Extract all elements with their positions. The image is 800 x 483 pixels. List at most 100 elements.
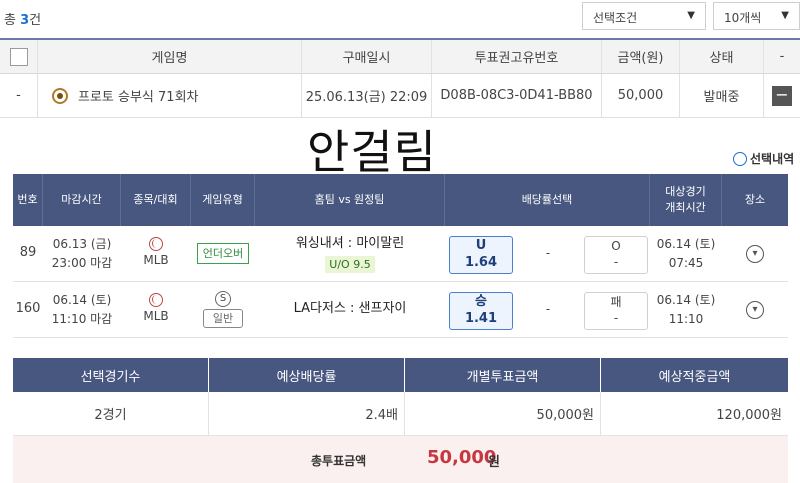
game-no: 89 — [19, 245, 37, 261]
row-index: - — [0, 74, 38, 117]
ticket-table: 게임명 구매일시 투표권고유번호 금액(원) 상태 - - 프로토 승부식 71… — [0, 38, 800, 118]
summary-header: 선택경기수 예상배당률 개별투표금액 예상적중금액 — [13, 358, 788, 392]
odds-selected-value: 1.41 — [464, 311, 498, 326]
purchase-datetime: 25.06.13(금) 22:09 — [302, 74, 432, 117]
col-deadline: 마감시간 — [43, 174, 121, 226]
col-venue: 장소 — [744, 192, 766, 206]
league: MLB — [121, 226, 191, 281]
selected-games-value: 2경기 — [13, 392, 209, 435]
page-size-select-value: 10개씩 — [724, 11, 762, 25]
overlay-text: 안걸림 — [307, 125, 437, 179]
location-pin-icon[interactable]: ▾ — [746, 244, 764, 263]
single-game-icon: S — [215, 290, 231, 307]
total-count: 총 3건 — [4, 9, 41, 28]
baseball-icon — [149, 237, 163, 252]
col-purchase-datetime: 구매일시 — [302, 40, 432, 73]
page-size-select[interactable]: 10개씩 ▼ — [713, 2, 800, 30]
deadline-time: 23:00 마감 — [51, 255, 113, 270]
col-status: 상태 — [680, 40, 764, 73]
select-history-label: 선택내역 — [750, 152, 795, 166]
col-selected-games: 선택경기수 — [13, 358, 209, 392]
summary-table: 선택경기수 예상배당률 개별투표금액 예상적중금액 2경기 2.4배 50,00… — [13, 358, 788, 483]
odds-selected-value: 1.64 — [464, 255, 498, 270]
col-game-type: 게임유형 — [191, 174, 255, 226]
uo-line-badge: U/O 9.5 — [325, 256, 375, 274]
odds-other-value: - — [613, 311, 619, 325]
filter-select[interactable]: 선택조건 ▼ — [582, 2, 706, 30]
odds-other-button[interactable]: 패 - — [584, 292, 648, 330]
col-game-name: 게임명 — [38, 40, 302, 73]
baseball-icon — [149, 293, 163, 308]
total-prefix: 총 — [4, 13, 21, 28]
venue: ▾ — [722, 282, 788, 337]
status-badge: 발매중 — [680, 74, 764, 117]
game-time: 06.14 (토) 11:10 — [650, 282, 722, 337]
league-name: MLB — [143, 309, 169, 324]
odds-other-label: O — [611, 239, 621, 254]
select-history-toggle[interactable]: 선택내역 — [733, 150, 794, 167]
col-action: - — [779, 49, 785, 64]
col-matchup: 홈팀 vs 원정팀 — [255, 174, 445, 226]
top-bar: 총 3건 선택조건 ▼ 10개씩 ▼ — [0, 0, 800, 36]
game-type: S 일반 — [191, 282, 255, 337]
odds-selected-button[interactable]: U 1.64 — [449, 236, 513, 274]
odds-other-label: 패 — [610, 295, 622, 310]
game-date: 06.14 (토) — [656, 292, 716, 307]
total-count-number: 3 — [20, 13, 30, 28]
game-row: 89 06.13 (금) 23:00 마감 MLB 언더오버 워싱내셔 : 마이… — [13, 226, 788, 282]
col-individual-amount: 개별투표금액 — [405, 358, 601, 392]
odds-mid: - — [545, 246, 551, 261]
col-ticket-id: 투표권고유번호 — [432, 40, 602, 73]
select-all-checkbox[interactable] — [9, 47, 28, 66]
ticket-id: D08B-08C3-0D41-BB80 — [432, 74, 602, 117]
collapse-button[interactable]: − — [772, 85, 792, 106]
ticket-row[interactable]: - 프로토 승부식 71회차 25.06.13(금) 22:09 D08B-08… — [0, 74, 800, 118]
deadline: 06.14 (토) 11:10 마감 — [43, 282, 121, 337]
game-date: 06.14 (토) — [656, 236, 716, 251]
deadline-time: 11:10 마감 — [51, 311, 113, 326]
odds-other-button[interactable]: O - — [584, 236, 648, 274]
summary-row: 2경기 2.4배 50,000원 120,000원 — [13, 392, 788, 436]
venue: ▾ — [722, 226, 788, 281]
proto-target-icon — [52, 87, 68, 104]
game-row: 160 06.14 (토) 11:10 마감 MLB S 일반 LA다저스 : … — [13, 282, 788, 338]
league-name: MLB — [143, 253, 169, 268]
col-odds-select: 배당률선택 — [445, 174, 650, 226]
action-cell: − — [764, 74, 800, 117]
total-amount-label: 총투표금액 — [311, 454, 367, 468]
expected-odds-value: 2.4배 — [209, 392, 405, 435]
individual-amount-value: 50,000원 — [405, 392, 601, 435]
col-no: 번호 — [13, 174, 43, 226]
odds-selected-button[interactable]: 승 1.41 — [449, 292, 513, 330]
league: MLB — [121, 282, 191, 337]
game-type-tag: 언더오버 — [196, 242, 250, 265]
filter-select-value: 선택조건 — [593, 11, 638, 25]
total-amount-value: 50,000 — [427, 447, 497, 468]
game-type-tag: 일반 — [202, 308, 244, 329]
game-table: 번호 마감시간 종목/대회 게임유형 홈팀 vs 원정팀 배당률선택 대상경기 … — [13, 174, 788, 338]
game-time-value: 07:45 — [668, 255, 704, 270]
deadline-date: 06.14 (토) — [52, 292, 112, 307]
game-name: 프로토 승부식 71회차 — [78, 90, 199, 105]
deadline-date: 06.13 (금) — [52, 236, 112, 251]
odds-mid: - — [545, 302, 551, 317]
matchup-teams: LA다저스 : 샌프자이 — [293, 301, 407, 317]
col-expected-odds: 예상배당률 — [209, 358, 405, 392]
ticket-table-header: 게임명 구매일시 투표권고유번호 금액(원) 상태 - — [0, 40, 800, 74]
col-amount: 금액(원) — [602, 40, 680, 73]
amount: 50,000 — [602, 74, 680, 117]
col-expected-winnings: 예상적중금액 — [658, 369, 731, 385]
chevron-down-icon: ▼ — [781, 10, 789, 21]
col-game-time: 대상경기 개최시간 — [650, 174, 722, 226]
game-time-value: 11:10 — [668, 311, 704, 326]
total-suffix: 건 — [29, 13, 42, 28]
matchup: 워싱내셔 : 마이말린 U/O 9.5 — [255, 226, 445, 281]
expected-winnings-value: 120,000원 — [716, 408, 782, 423]
odds-selected-label: U — [475, 238, 487, 254]
radio-circle-icon — [733, 151, 747, 166]
location-pin-icon[interactable]: ▾ — [746, 300, 764, 319]
game-name-cell[interactable]: 프로토 승부식 71회차 — [38, 74, 302, 117]
deadline: 06.13 (금) 23:00 마감 — [43, 226, 121, 281]
chevron-down-icon: ▼ — [687, 10, 695, 21]
matchup: LA다저스 : 샌프자이 — [255, 282, 445, 337]
